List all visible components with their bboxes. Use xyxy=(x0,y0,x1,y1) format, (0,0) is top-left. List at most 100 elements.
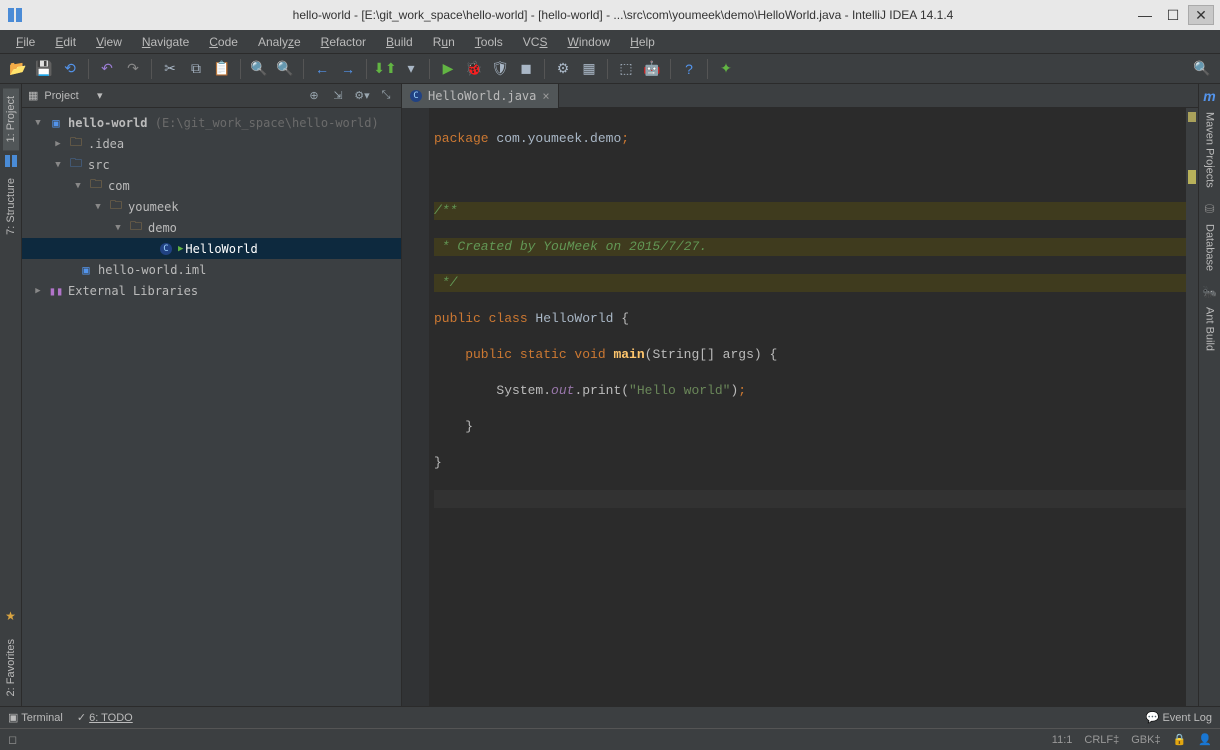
settings-icon[interactable]: ⚙ xyxy=(551,57,575,81)
maven-m-icon: m xyxy=(1203,88,1215,104)
tool-tab-ant[interactable]: Ant Build xyxy=(1202,299,1218,359)
menu-navigate[interactable]: Navigate xyxy=(134,32,197,52)
stop-icon[interactable]: ◼ xyxy=(514,57,538,81)
code-editor[interactable]: package com.youmeek.demo; /** * Created … xyxy=(402,108,1198,706)
window-title: hello-world - [E:\git_work_space\hello-w… xyxy=(34,8,1132,22)
open-icon[interactable]: 📂 xyxy=(6,57,30,81)
project-view-dropdown[interactable]: Project ▾ xyxy=(44,89,299,102)
folder-icon: 🗀 xyxy=(68,136,84,152)
sdk-icon[interactable]: ⬚ xyxy=(614,57,638,81)
favorites-star-icon: ★ xyxy=(5,609,16,623)
menu-build[interactable]: Build xyxy=(378,32,421,52)
right-tool-gutter: m Maven Projects ⛁ Database 🐜 Ant Build xyxy=(1198,84,1220,706)
find-icon[interactable]: 🔍 xyxy=(247,57,271,81)
editor-tab-bar: C HelloWorld.java × xyxy=(402,84,1198,108)
search-everywhere-icon[interactable]: 🔍 xyxy=(1190,57,1214,81)
tool-tab-terminal[interactable]: ▣ Terminal xyxy=(8,711,63,724)
save-all-icon[interactable]: 💾 xyxy=(32,57,56,81)
project-panel-header: ▦ Project ▾ ⊕ ⇲ ⚙▾ ⤡ xyxy=(22,84,401,108)
status-bar: ◻ 11:1 CRLF‡ GBK‡ 🔒 👤 xyxy=(0,728,1220,750)
run-config-dropdown[interactable]: ▾ xyxy=(399,57,423,81)
tree-iml[interactable]: ▣ hello-world.iml xyxy=(22,259,401,280)
replace-icon[interactable]: 🔍 xyxy=(273,57,297,81)
menu-refactor[interactable]: Refactor xyxy=(313,32,374,52)
menu-analyze[interactable]: Analyze xyxy=(250,32,309,52)
maximize-button[interactable]: ☐ xyxy=(1160,5,1186,25)
ant-icon: 🐜 xyxy=(1202,285,1217,299)
make-icon[interactable]: ⬇⬆ xyxy=(373,57,397,81)
paste-icon[interactable]: 📋 xyxy=(210,57,234,81)
menu-bar: File Edit View Navigate Code Analyze Ref… xyxy=(0,30,1220,54)
menu-window[interactable]: Window xyxy=(559,32,618,52)
menu-tools[interactable]: Tools xyxy=(467,32,511,52)
close-tab-icon[interactable]: × xyxy=(542,89,549,103)
debug-icon[interactable]: 🐞 xyxy=(462,57,486,81)
undo-icon[interactable]: ↶ xyxy=(95,57,119,81)
cut-icon[interactable]: ✂ xyxy=(158,57,182,81)
tool-tab-event-log[interactable]: 💬 Event Log xyxy=(1146,711,1212,724)
menu-code[interactable]: Code xyxy=(201,32,246,52)
tree-src[interactable]: ▼ 🗀 src xyxy=(22,154,401,175)
tree-idea[interactable]: ▶ 🗀 .idea xyxy=(22,133,401,154)
intellij-logo-icon xyxy=(6,6,24,24)
iml-file-icon: ▣ xyxy=(78,262,94,278)
tool-tab-maven[interactable]: Maven Projects xyxy=(1202,104,1218,196)
tree-com[interactable]: ▼ 🗀 com xyxy=(22,175,401,196)
coverage-icon[interactable]: 🛡 xyxy=(488,57,512,81)
toggle-tool-windows-icon[interactable]: ◻ xyxy=(8,733,17,746)
menu-view[interactable]: View xyxy=(88,32,130,52)
tool-tab-project[interactable]: 1: Project xyxy=(3,88,19,150)
close-button[interactable]: ✕ xyxy=(1188,5,1214,25)
intellij-small-icon xyxy=(4,154,18,168)
hector-icon[interactable]: 👤 xyxy=(1198,733,1212,746)
menu-run[interactable]: Run xyxy=(425,32,463,52)
tree-youmeek[interactable]: ▼ 🗀 youmeek xyxy=(22,196,401,217)
bottom-tool-bar: ▣ Terminal ✓ 6: TODO 💬 Event Log xyxy=(0,706,1220,728)
left-tool-gutter: 1: Project 7: Structure ★ 2: Favorites xyxy=(0,84,22,706)
redo-icon[interactable]: ↷ xyxy=(121,57,145,81)
project-tree[interactable]: ▼ ▣ hello-world (E:\git_work_space\hello… xyxy=(22,108,401,706)
menu-file[interactable]: File xyxy=(8,32,43,52)
tool-tab-structure[interactable]: 7: Structure xyxy=(3,170,19,243)
tree-helloworld-class[interactable]: C ▶ HelloWorld xyxy=(22,238,401,259)
title-bar: hello-world - [E:\git_work_space\hello-w… xyxy=(0,0,1220,30)
code-content[interactable]: package com.youmeek.demo; /** * Created … xyxy=(430,108,1186,706)
collapse-all-icon[interactable]: ⇲ xyxy=(329,87,347,105)
analysis-marker-icon xyxy=(1188,112,1196,122)
highlight-marker-icon xyxy=(1188,170,1196,184)
help-icon[interactable]: ? xyxy=(677,57,701,81)
tree-demo[interactable]: ▼ 🗀 demo xyxy=(22,217,401,238)
tool-tab-favorites[interactable]: 2: Favorites xyxy=(3,631,19,704)
project-settings-icon[interactable]: ⚙▾ xyxy=(353,87,371,105)
editor-area: C HelloWorld.java × package com.youmeek.… xyxy=(402,84,1198,706)
tree-external-libs[interactable]: ▶ ▮▮ External Libraries xyxy=(22,280,401,301)
line-separator[interactable]: CRLF‡ xyxy=(1084,734,1119,746)
cursor-position[interactable]: 11:1 xyxy=(1052,734,1073,746)
minimize-button[interactable]: — xyxy=(1132,5,1158,25)
encoding[interactable]: GBK‡ xyxy=(1131,734,1160,746)
tree-root[interactable]: ▼ ▣ hello-world (E:\git_work_space\hello… xyxy=(22,112,401,133)
copy-icon[interactable]: ⧉ xyxy=(184,57,208,81)
hide-panel-icon[interactable]: ⤡ xyxy=(377,87,395,105)
menu-edit[interactable]: Edit xyxy=(47,32,84,52)
lock-icon[interactable]: 🔒 xyxy=(1173,733,1187,746)
android-icon[interactable]: 🤖 xyxy=(640,57,664,81)
editor-marker-strip[interactable] xyxy=(1186,108,1198,706)
java-class-icon: C xyxy=(410,90,422,102)
run-icon[interactable]: ▶ xyxy=(436,57,460,81)
menu-vcs[interactable]: VCS xyxy=(515,32,556,52)
back-icon[interactable]: ← xyxy=(310,57,334,81)
source-folder-icon: 🗀 xyxy=(68,157,84,173)
editor-gutter xyxy=(402,108,430,706)
scroll-from-source-icon[interactable]: ⊕ xyxy=(305,87,323,105)
sync-icon[interactable]: ⟲ xyxy=(58,57,82,81)
menu-help[interactable]: Help xyxy=(622,32,663,52)
tool-tab-todo[interactable]: ✓ 6: TODO xyxy=(77,711,133,724)
project-structure-icon[interactable]: ▦ xyxy=(577,57,601,81)
editor-tab-label: HelloWorld.java xyxy=(428,89,536,103)
forward-icon[interactable]: → xyxy=(336,57,360,81)
editor-tab-helloworld[interactable]: C HelloWorld.java × xyxy=(402,84,559,108)
extra-icon[interactable]: ✦ xyxy=(714,57,738,81)
tool-tab-database[interactable]: Database xyxy=(1202,216,1218,279)
database-icon: ⛁ xyxy=(1204,202,1214,216)
